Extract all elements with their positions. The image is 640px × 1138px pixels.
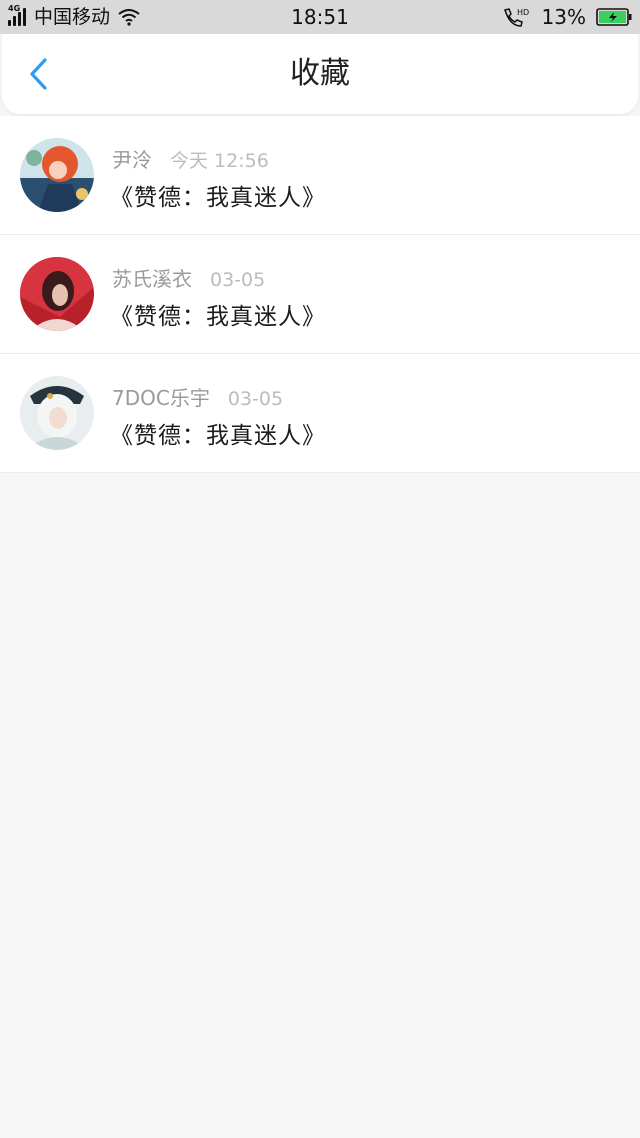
author-name[interactable]: 苏氏溪衣: [112, 263, 192, 292]
item-meta: 尹泠 今天 12:56: [112, 144, 269, 173]
list-item[interactable]: 尹泠 今天 12:56 《赞德：我真迷人》: [0, 116, 640, 235]
favorite-content[interactable]: 《赞德：我真迷人》: [110, 416, 326, 450]
list-item[interactable]: 7DOC乐宇 03-05 《赞德：我真迷人》: [0, 354, 640, 473]
avatar-white-haired-character-icon: [20, 376, 94, 450]
favorite-content[interactable]: 《赞德：我真迷人》: [110, 297, 326, 331]
hd-call-icon: HD: [503, 8, 529, 27]
timestamp: 03-05: [210, 269, 266, 291]
status-bar: 4G 中国移动 18:51 HD 13%: [0, 0, 640, 34]
timestamp: 03-05: [227, 388, 284, 410]
favorites-list: 尹泠 今天 12:56 《赞德：我真迷人》 苏氏溪衣 03-05 《赞德：我真迷…: [0, 116, 640, 473]
svg-text:HD: HD: [517, 8, 529, 17]
favorite-content[interactable]: 《赞德：我真迷人》: [110, 178, 326, 212]
item-meta: 苏氏溪衣 03-05: [112, 263, 265, 292]
battery-percent: 13%: [541, 5, 586, 29]
author-name[interactable]: 尹泠: [112, 144, 152, 173]
avatar-red-dark-portrait-icon: [20, 257, 94, 331]
avatar[interactable]: [20, 257, 94, 331]
avatar[interactable]: [20, 376, 94, 450]
list-item[interactable]: 苏氏溪衣 03-05 《赞德：我真迷人》: [0, 235, 640, 354]
item-meta: 7DOC乐宇 03-05: [112, 382, 283, 411]
status-right: HD 13%: [502, 4, 632, 30]
page-title: 收藏: [290, 56, 350, 91]
author-name[interactable]: 7DOC乐宇: [112, 382, 210, 411]
avatar[interactable]: [20, 138, 94, 212]
timestamp: 今天 12:56: [170, 150, 269, 172]
battery-charging-icon: [596, 8, 632, 26]
avatar-red-haired-character-icon: [20, 138, 94, 212]
header-bar: 收藏: [2, 34, 638, 114]
